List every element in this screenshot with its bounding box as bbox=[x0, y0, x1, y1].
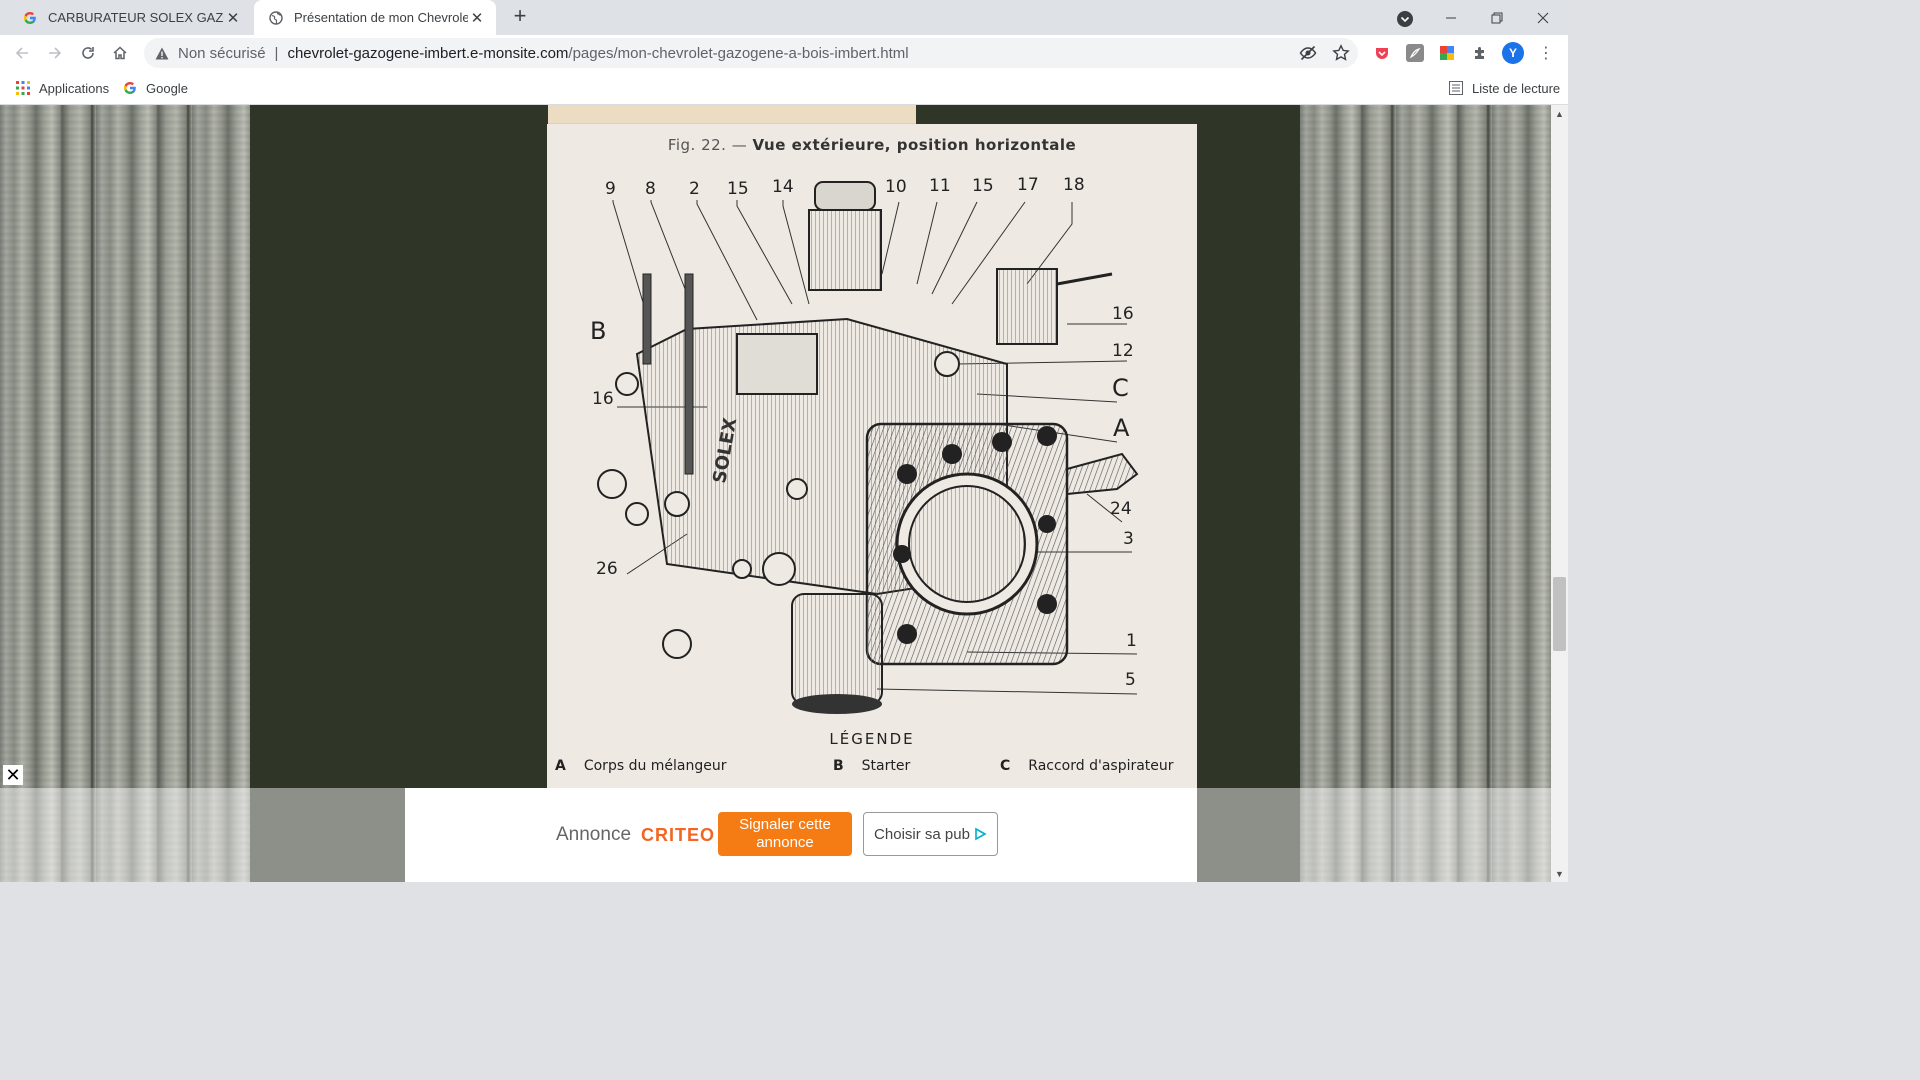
page-scrollbar[interactable]: ▲ ▼ bbox=[1551, 105, 1568, 882]
legend-item: C Raccord d'aspirateur bbox=[1000, 758, 1174, 774]
previous-image-edge bbox=[548, 105, 916, 126]
legend-item: A Corps du mélangeur bbox=[555, 758, 727, 774]
menu-kebab-icon[interactable]: ⋮ bbox=[1538, 42, 1554, 64]
callout-number: 24 bbox=[1110, 499, 1132, 519]
tab-search-button[interactable] bbox=[1394, 8, 1416, 30]
url-path[interactable]: /pages/mon-chevrolet-gazogene-a-bois-imb… bbox=[568, 45, 908, 62]
close-window-button[interactable] bbox=[1520, 0, 1566, 35]
eye-slash-icon[interactable] bbox=[1298, 43, 1318, 63]
callout-number: 5 bbox=[1125, 670, 1136, 690]
restore-icon bbox=[1491, 12, 1503, 23]
back-button[interactable] bbox=[8, 39, 36, 67]
close-icon bbox=[1537, 12, 1549, 23]
bookmark-applications[interactable]: Applications bbox=[15, 79, 109, 97]
wood-background-right bbox=[1300, 105, 1551, 882]
callout-number: 18 bbox=[1063, 175, 1085, 195]
callout-number: 12 bbox=[1112, 341, 1134, 361]
tab-close-icon[interactable]: ✕ bbox=[224, 9, 242, 27]
bookmarks-bar: Applications Google Liste de lecture bbox=[0, 71, 1568, 105]
home-icon bbox=[113, 46, 127, 60]
callout-number: 2 bbox=[689, 179, 700, 199]
new-tab-button[interactable]: + bbox=[508, 5, 532, 29]
google-icon bbox=[22, 10, 38, 26]
star-icon[interactable] bbox=[1331, 43, 1351, 63]
scroll-down-arrow-icon[interactable]: ▼ bbox=[1551, 865, 1568, 882]
google-icon bbox=[122, 80, 138, 96]
close-ad-icon[interactable]: ✕ bbox=[3, 765, 23, 785]
callout-letter-b: B bbox=[590, 317, 607, 345]
apps-grid-icon bbox=[15, 80, 31, 96]
carburetor-figure: Fig. 22. — Vue extérieure, position hori… bbox=[547, 124, 1197, 788]
callout-letter-c: C bbox=[1112, 374, 1129, 402]
pdf-extension-icon[interactable] bbox=[1406, 44, 1424, 62]
color-extension-icon[interactable] bbox=[1438, 44, 1456, 62]
callout-number: 15 bbox=[972, 176, 994, 196]
tab-title: Présentation de mon Chevrolet G bbox=[294, 10, 468, 25]
extensions-puzzle-icon[interactable] bbox=[1471, 44, 1489, 62]
forward-button[interactable] bbox=[41, 39, 69, 67]
report-ad-button[interactable]: Signaler cette annonce bbox=[718, 812, 852, 856]
adchoices-icon bbox=[975, 827, 987, 841]
home-button[interactable] bbox=[106, 39, 134, 67]
scroll-up-arrow-icon[interactable]: ▲ bbox=[1551, 105, 1568, 122]
legend-item: B Starter bbox=[833, 758, 911, 774]
globe-icon bbox=[268, 10, 284, 26]
pocket-extension-icon[interactable] bbox=[1373, 44, 1391, 62]
security-label[interactable]: Non sécurisé bbox=[178, 45, 266, 62]
arrow-left-icon bbox=[15, 47, 28, 59]
address-bar[interactable]: Non sécurisé | chevrolet-gazogene-imbert… bbox=[144, 38, 1358, 68]
bookmark-label: Google bbox=[146, 80, 188, 96]
ad-label: Annonce bbox=[556, 824, 632, 845]
arrow-right-icon bbox=[49, 47, 62, 59]
warning-icon[interactable] bbox=[154, 45, 170, 61]
callout-number: 17 bbox=[1017, 175, 1039, 195]
separator: | bbox=[274, 44, 279, 62]
callout-number: 9 bbox=[605, 179, 616, 199]
ad-banner: Annonce CRITEO Signaler cette annonce Ch… bbox=[405, 788, 1197, 882]
tab-close-icon[interactable]: ✕ bbox=[468, 9, 486, 27]
bookmark-google[interactable]: Google bbox=[122, 79, 188, 97]
callout-letter-a: A bbox=[1113, 414, 1130, 442]
reload-button[interactable] bbox=[74, 39, 102, 67]
bookmark-label: Applications bbox=[39, 80, 110, 96]
tab-strip: CARBURATEUR SOLEX GAZOGEN ✕ Présentation… bbox=[0, 0, 1568, 35]
callout-number: 3 bbox=[1123, 529, 1134, 549]
callout-number: 1 bbox=[1126, 631, 1137, 651]
web-page: Fig. 22. — Vue extérieure, position hori… bbox=[0, 105, 1551, 882]
criteo-logo[interactable]: CRITEO bbox=[641, 825, 715, 846]
callout-number: 11 bbox=[929, 176, 951, 196]
tab-title: CARBURATEUR SOLEX GAZOGEN bbox=[48, 10, 224, 25]
legend-title: LÉGENDE bbox=[829, 730, 915, 748]
callout-number: 14 bbox=[772, 177, 794, 197]
reading-list-icon bbox=[1448, 80, 1464, 96]
tab-carburateur[interactable]: CARBURATEUR SOLEX GAZOGEN ✕ bbox=[8, 0, 252, 35]
scroll-thumb[interactable] bbox=[1553, 577, 1566, 651]
reload-icon bbox=[82, 47, 94, 59]
reading-list-button[interactable]: Liste de lecture bbox=[1448, 79, 1560, 97]
callout-number: 26 bbox=[596, 559, 618, 579]
browser-toolbar: Non sécurisé | chevrolet-gazogene-imbert… bbox=[0, 35, 1568, 71]
restore-button[interactable] bbox=[1474, 0, 1520, 35]
callout-number: 8 bbox=[645, 179, 656, 199]
callout-number: 10 bbox=[885, 177, 907, 197]
wood-background-left bbox=[0, 105, 250, 882]
carburetor-illustration: SOLEX bbox=[597, 181, 1139, 714]
minimize-icon bbox=[1446, 17, 1456, 18]
minimize-button[interactable] bbox=[1428, 0, 1474, 35]
callout-number: 16 bbox=[1112, 304, 1134, 324]
callout-number: 15 bbox=[727, 179, 749, 199]
callout-number: 16 bbox=[592, 389, 614, 409]
tab-chevrolet[interactable]: Présentation de mon Chevrolet G ✕ bbox=[254, 0, 496, 35]
chevron-down-circle-icon bbox=[1397, 11, 1413, 27]
profile-avatar[interactable]: Y bbox=[1502, 42, 1524, 64]
reading-list-label: Liste de lecture bbox=[1472, 80, 1561, 96]
choose-ad-button[interactable]: Choisir sa pub bbox=[863, 812, 998, 856]
url-host[interactable]: chevrolet-gazogene-imbert.e-monsite.com bbox=[287, 45, 568, 62]
